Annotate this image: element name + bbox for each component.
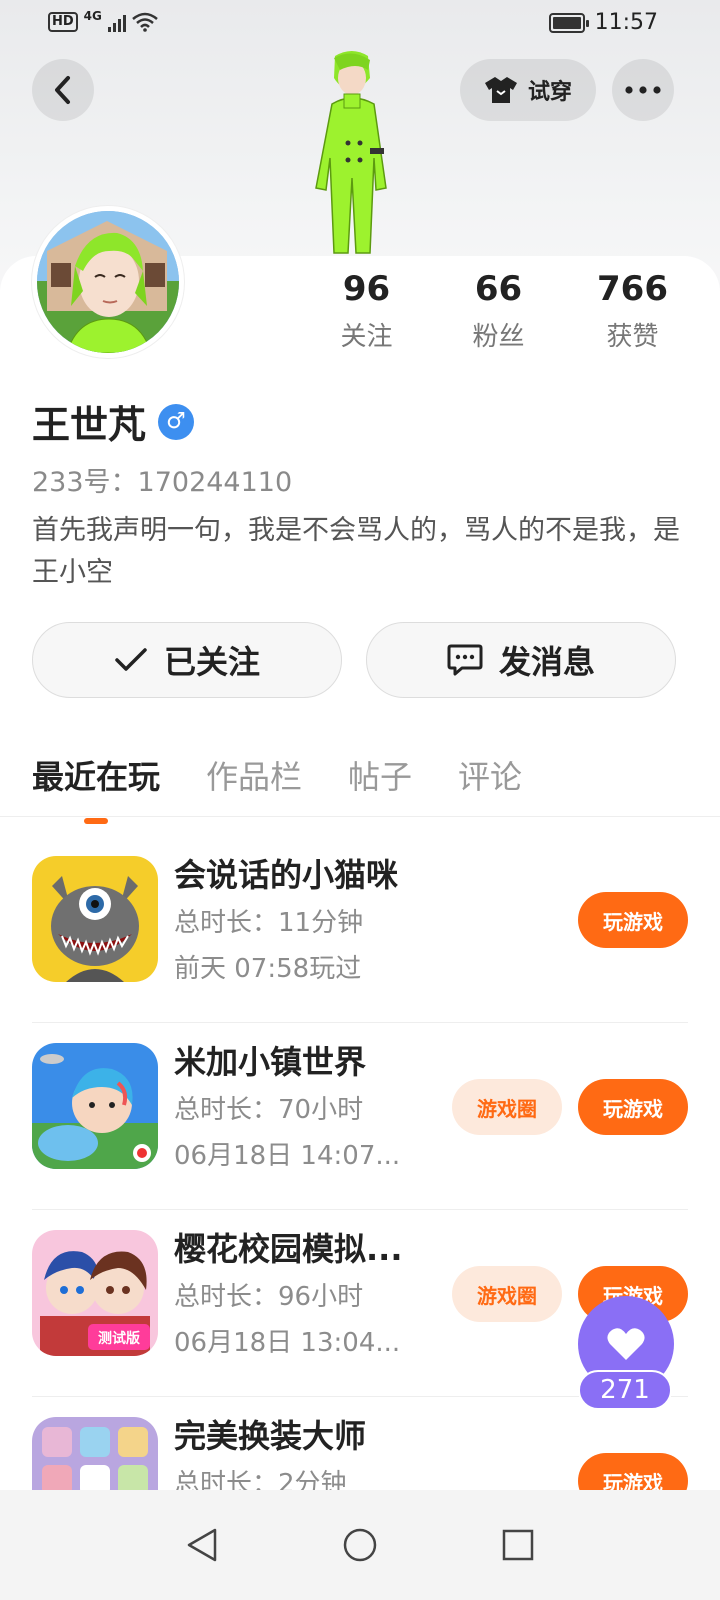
game-last-played: 06月18日 13:04...: [174, 1328, 401, 1358]
game-title: 米加小镇世界: [174, 1043, 367, 1081]
chevron-left-icon: [55, 76, 70, 104]
game-info: 会说话的小猫咪 总时长：11分钟 前天 07:58玩过: [174, 850, 434, 992]
stat-label: 关注: [340, 322, 393, 352]
game-title: 樱花校园模拟...: [174, 1230, 403, 1268]
avatar-character-figure: [315, 51, 387, 254]
system-nav-bar: [0, 1490, 720, 1600]
play-game-button[interactable]: 玩游戏: [578, 892, 688, 948]
username-row: 王世芃 ♂: [32, 394, 195, 449]
stat-following[interactable]: 96 关注: [300, 268, 433, 353]
username: 王世芃: [32, 403, 147, 447]
chat-bubble-icon: [447, 644, 483, 676]
game-info: 樱花校园模拟... 总时长：96小时 06月18日 13:04...: [174, 1224, 434, 1366]
game-duration: 总时长：70小时: [174, 1095, 364, 1125]
stat-value: 766: [597, 269, 668, 309]
heart-icon: [607, 1328, 645, 1360]
send-message-button[interactable]: 发消息: [366, 622, 676, 698]
network-type: 4G: [83, 9, 102, 23]
circle-home-icon: [343, 1528, 377, 1562]
list-item[interactable]: 米加小镇世界 总时长：70小时 06月18日 14:07... 游戏圈 玩游戏: [32, 1023, 688, 1210]
action-buttons: 已关注 发消息: [32, 622, 676, 698]
nav-recents-button[interactable]: [494, 1521, 542, 1569]
nav-home-button[interactable]: [336, 1521, 384, 1569]
game-title: 会说话的小猫咪: [174, 856, 399, 894]
stat-label: 获赞: [606, 322, 659, 352]
followed-label: 已关注: [163, 643, 260, 681]
game-last-played: 前天 07:58玩过: [174, 954, 362, 984]
tab-recently-played[interactable]: 最近在玩: [32, 752, 160, 798]
tab-posts[interactable]: 帖子: [348, 752, 412, 798]
game-title: 完美换装大师: [174, 1417, 367, 1455]
tab-divider: [0, 816, 720, 817]
shirt-icon: [484, 77, 517, 103]
try-on-label: 试穿: [527, 80, 572, 105]
status-right: 11:57: [548, 10, 658, 35]
game-circle-button[interactable]: 游戏圈: [452, 1266, 562, 1322]
game-icon-miga-town[interactable]: [32, 1043, 158, 1169]
avatar-image: [37, 211, 179, 353]
svg-text:测试版: 测试版: [98, 1330, 140, 1347]
tab-comments[interactable]: 评论: [458, 752, 522, 798]
stat-label: 粉丝: [472, 322, 525, 352]
wifi-icon: [132, 12, 158, 32]
like-count: 271: [578, 1370, 672, 1410]
user-id[interactable]: 233号：170244110: [32, 460, 292, 499]
play-game-button[interactable]: 玩游戏: [578, 1079, 688, 1135]
send-message-label: 发消息: [498, 643, 595, 681]
triangle-back-icon: [187, 1528, 217, 1562]
status-left: HD 4G: [48, 9, 158, 32]
male-gender-icon: ♂: [158, 403, 195, 440]
check-icon: [115, 648, 147, 671]
followed-button[interactable]: 已关注: [32, 622, 342, 698]
clock: 11:57: [594, 10, 658, 35]
hd-badge: HD: [48, 12, 78, 32]
stat-value: 96: [342, 269, 391, 309]
profile-tabs: 最近在玩 作品栏 帖子 评论: [32, 752, 522, 798]
more-button[interactable]: [612, 59, 674, 121]
stat-followers[interactable]: 66 粉丝: [432, 268, 565, 353]
game-circle-button[interactable]: 游戏圈: [452, 1079, 562, 1135]
nav-back-button[interactable]: [178, 1521, 226, 1569]
stat-likes[interactable]: 766 获赞: [566, 268, 699, 353]
more-dots-icon: [625, 86, 661, 94]
game-duration: 总时长：96小时: [174, 1282, 364, 1312]
list-item[interactable]: 会说话的小猫咪 总时长：11分钟 前天 07:58玩过 玩游戏: [32, 836, 688, 1023]
game-last-played: 06月18日 14:07...: [174, 1141, 401, 1171]
battery-icon: [548, 12, 589, 33]
user-bio: 首先我声明一句，我是不会骂人的，骂人的不是我，是王小空: [32, 515, 680, 588]
signal-icon: [107, 12, 126, 32]
status-bar: HD 4G 11:57: [0, 0, 720, 48]
recent-games-list: 会说话的小猫咪 总时长：11分钟 前天 07:58玩过 玩游戏 米加小镇世界 总…: [0, 836, 720, 1584]
back-button[interactable]: [32, 59, 94, 121]
square-recents-icon: [502, 1529, 534, 1561]
game-duration: 总时长：11分钟: [174, 908, 364, 938]
try-on-button[interactable]: 试穿: [460, 59, 596, 121]
game-icon-talking-cat[interactable]: [32, 856, 158, 982]
game-icon-sakura-school[interactable]: 测试版: [32, 1230, 158, 1356]
stat-value: 66: [474, 269, 523, 309]
tab-works[interactable]: 作品栏: [206, 752, 302, 798]
avatar[interactable]: [32, 206, 184, 358]
game-info: 米加小镇世界 总时长：70小时 06月18日 14:07...: [174, 1037, 434, 1179]
